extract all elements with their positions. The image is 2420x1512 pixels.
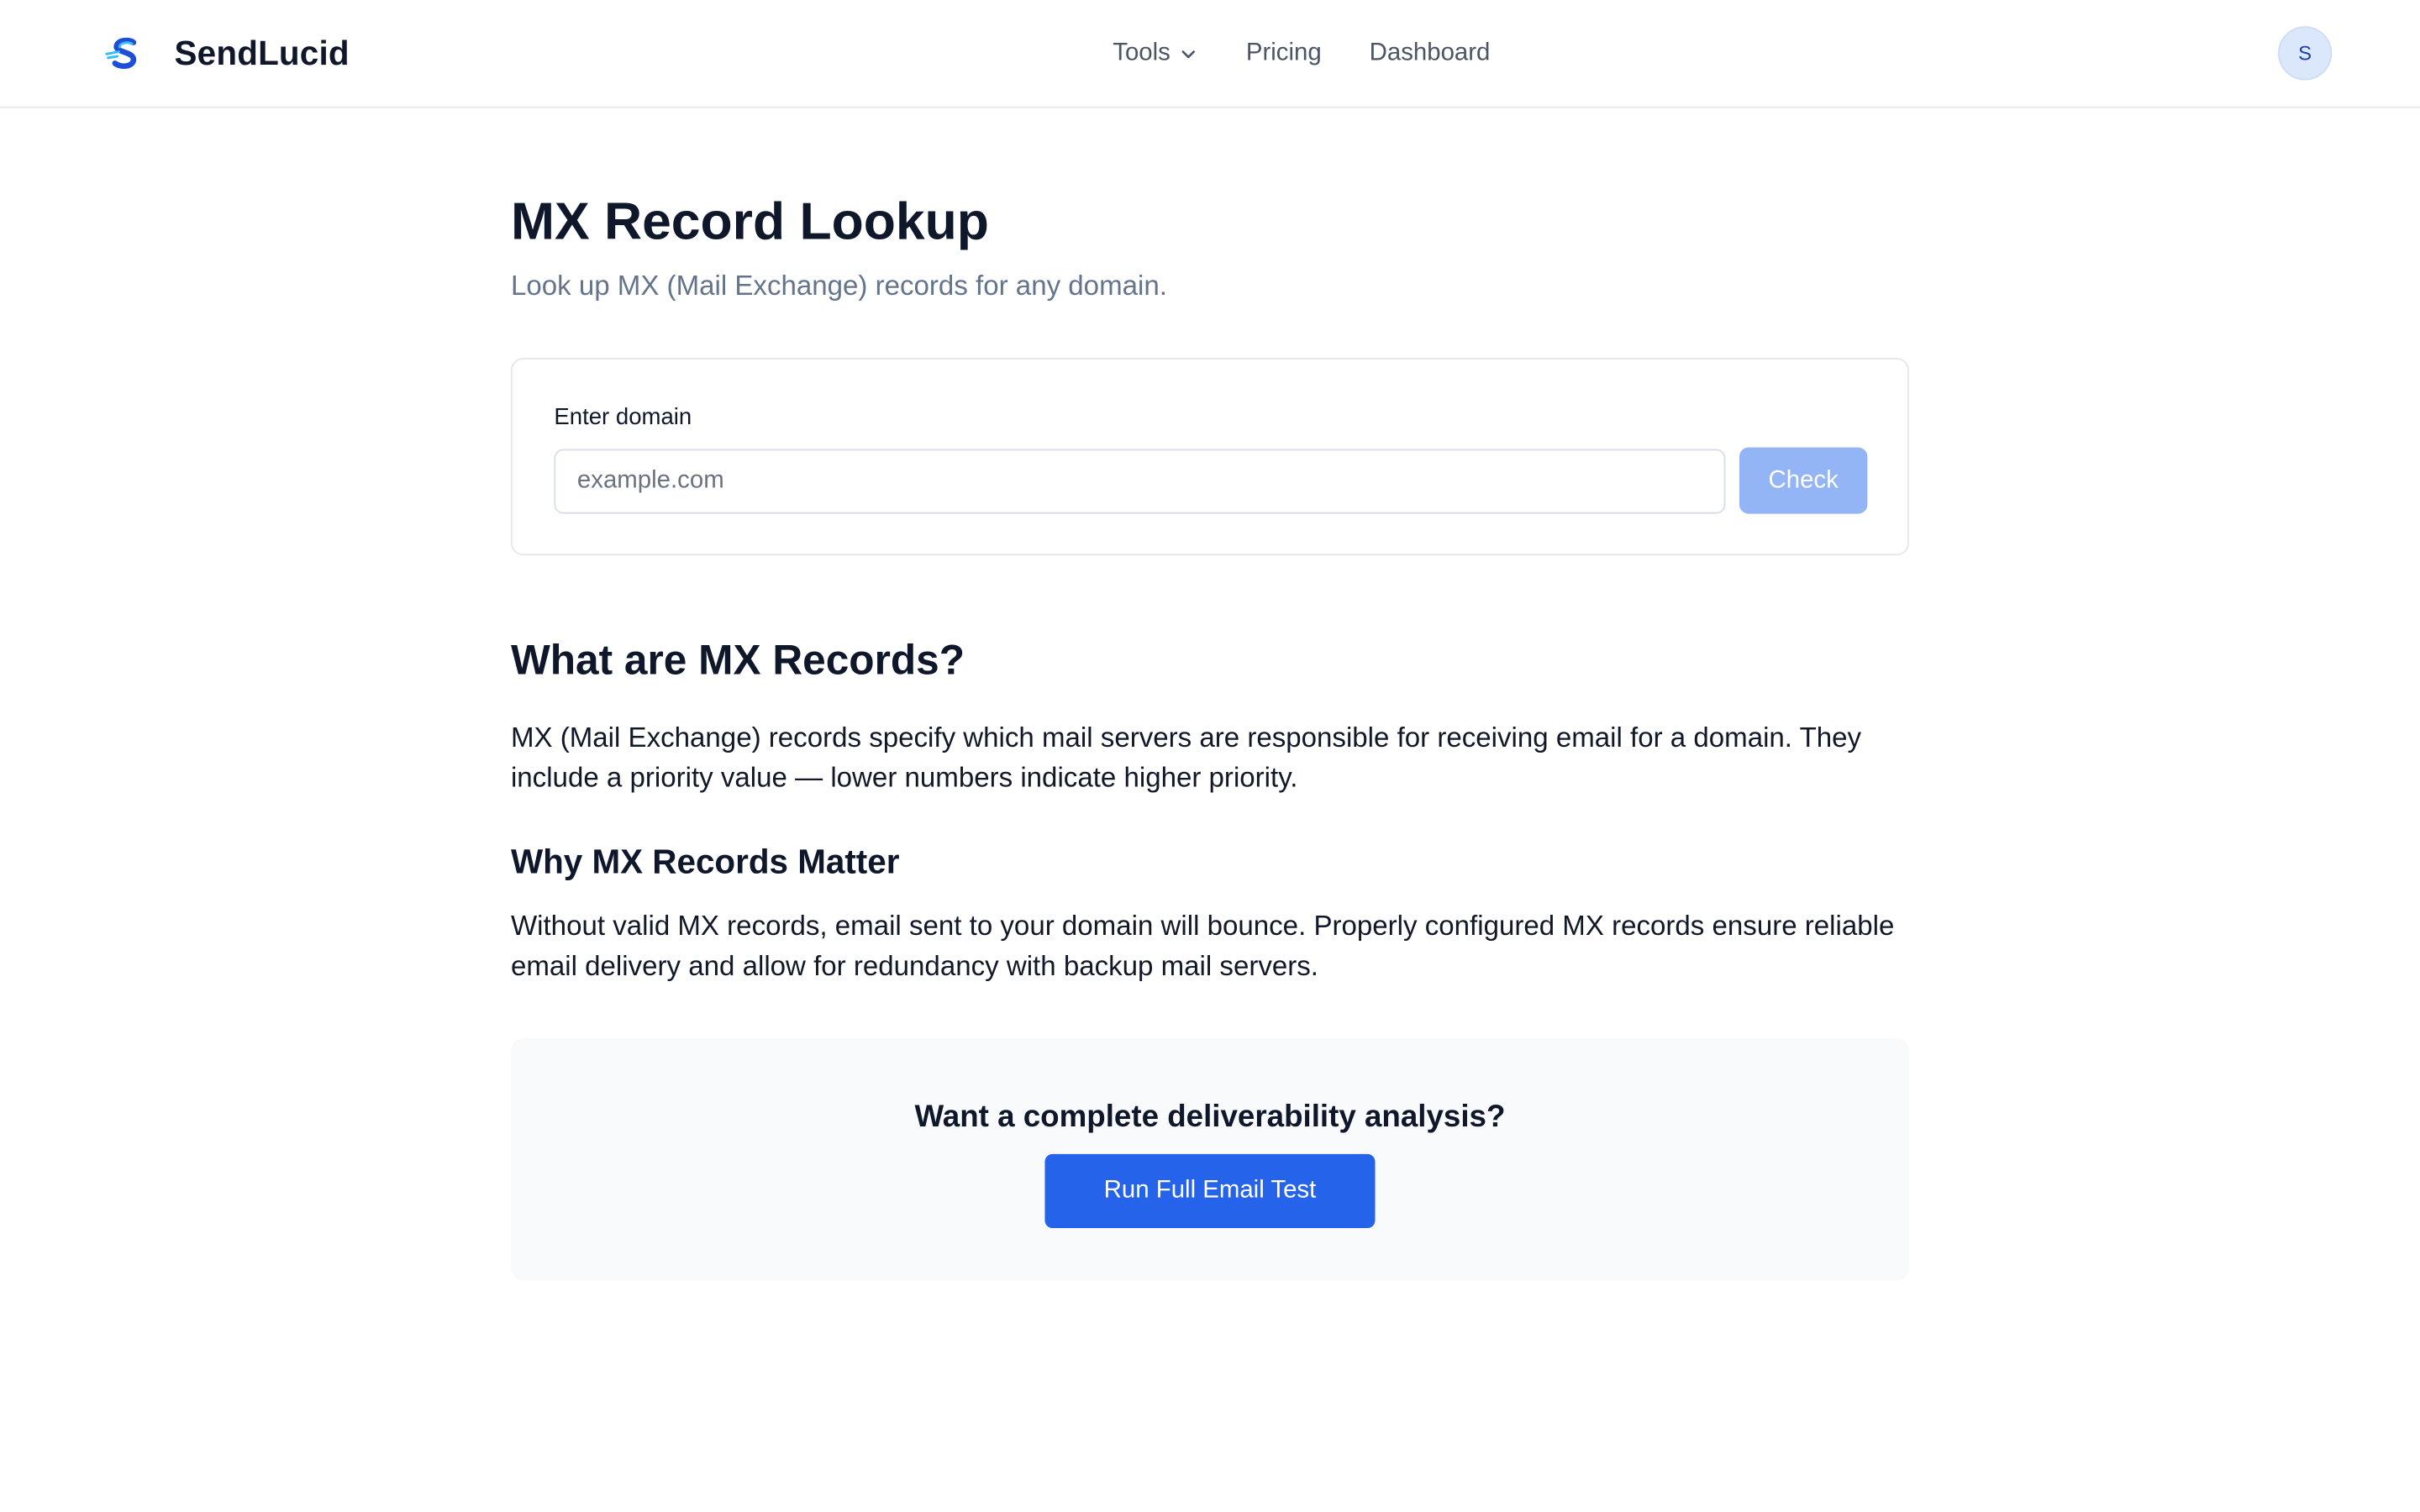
cta-heading: Want a complete deliverability analysis? (914, 1100, 1506, 1134)
mx-description-paragraph: MX (Mail Exchange) records specify which… (510, 722, 1862, 794)
mx-importance-paragraph: Without valid MX records, email sent to … (510, 910, 1895, 982)
run-full-email-test-button[interactable]: Run Full Email Test (1044, 1153, 1376, 1229)
section-title-why-mx-matter: Why MX Records Matter (510, 842, 900, 881)
domain-lookup-card: Enter domain Check (510, 358, 1909, 556)
domain-input[interactable] (554, 449, 1726, 514)
brand-link[interactable]: SendLucid (102, 28, 350, 80)
user-avatar[interactable]: S (2277, 26, 2333, 81)
sendlucid-s-logo-icon (105, 37, 137, 69)
cta-box: Want a complete deliverability analysis?… (510, 1038, 1909, 1281)
top-navbar: SendLucid Tools Pricing Dashboard S (0, 0, 2420, 108)
main-nav: Tools Pricing Dashboard (1113, 34, 1490, 74)
nav-pricing-label: Pricing (1245, 39, 1322, 66)
page-root: SendLucid Tools Pricing Dashboard S MX R… (0, 0, 2420, 1512)
check-button[interactable]: Check (1739, 447, 1868, 514)
brand-name: SendLucid (174, 34, 350, 73)
domain-input-label: Enter domain (554, 404, 692, 431)
section-title-what-are-mx: What are MX Records? (510, 637, 965, 684)
nav-dashboard[interactable]: Dashboard (1370, 40, 1491, 68)
nav-pricing[interactable]: Pricing (1246, 40, 1322, 68)
page-subtitle: Look up MX (Mail Exchange) records for a… (510, 270, 1167, 302)
nav-tools[interactable]: Tools (1113, 40, 1198, 68)
nav-tools-label: Tools (1113, 39, 1171, 66)
page-title: MX Record Lookup (510, 192, 989, 252)
nav-dashboard-label: Dashboard (1369, 39, 1491, 66)
chevron-down-icon (1182, 50, 1196, 59)
